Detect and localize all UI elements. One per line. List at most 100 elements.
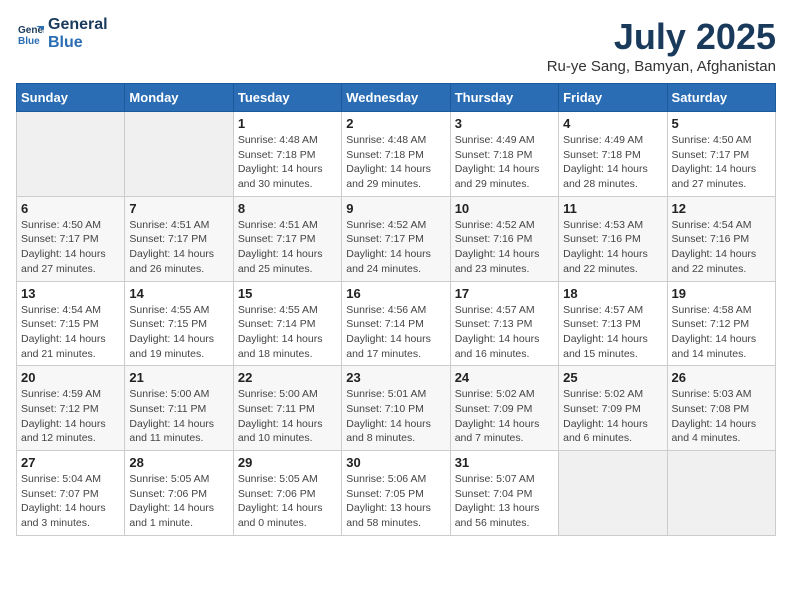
day-number: 4 (563, 116, 662, 131)
calendar-week-4: 20 Sunrise: 4:59 AM Sunset: 7:12 PM Dayli… (17, 366, 776, 451)
calendar-week-3: 13Sunrise: 4:54 AM Sunset: 7:15 PM Dayli… (17, 281, 776, 366)
day-number: 23 (346, 370, 445, 385)
day-number: 2 (346, 116, 445, 131)
day-detail: Sunrise: 4:54 AM Sunset: 7:15 PM Dayligh… (21, 303, 120, 362)
calendar-cell: 27 Sunrise: 5:04 AM Sunset: 7:07 PM Dayli… (17, 451, 125, 536)
calendar-cell: 15 Sunrise: 4:55 AM Sunset: 7:14 PM Dayli… (233, 281, 341, 366)
calendar-body: 1 Sunrise: 4:48 AM Sunset: 7:18 PM Daylig… (17, 112, 776, 536)
logo-line2: Blue (48, 34, 108, 52)
day-detail: Sunrise: 4:57 AM Sunset: 7:13 PM Dayligh… (563, 303, 662, 362)
weekday-header-friday: Friday (559, 84, 667, 112)
calendar-cell (667, 451, 775, 536)
logo: General Blue General Blue (16, 16, 108, 51)
weekday-header-monday: Monday (125, 84, 233, 112)
calendar-cell: 13Sunrise: 4:54 AM Sunset: 7:15 PM Dayli… (17, 281, 125, 366)
day-detail: Sunrise: 5:05 AM Sunset: 7:06 PM Dayligh… (129, 472, 228, 531)
calendar-cell: 22 Sunrise: 5:00 AM Sunset: 7:11 PM Dayli… (233, 366, 341, 451)
calendar-cell: 7 Sunrise: 4:51 AM Sunset: 7:17 PM Daylig… (125, 196, 233, 281)
day-detail: Sunrise: 4:48 AM Sunset: 7:18 PM Dayligh… (346, 133, 445, 192)
day-number: 30 (346, 455, 445, 470)
day-detail: Sunrise: 4:51 AM Sunset: 7:17 PM Dayligh… (129, 218, 228, 277)
calendar-cell: 24 Sunrise: 5:02 AM Sunset: 7:09 PM Dayli… (450, 366, 558, 451)
day-detail: Sunrise: 4:49 AM Sunset: 7:18 PM Dayligh… (455, 133, 554, 192)
calendar-week-1: 1 Sunrise: 4:48 AM Sunset: 7:18 PM Daylig… (17, 112, 776, 197)
day-detail: Sunrise: 4:48 AM Sunset: 7:18 PM Dayligh… (238, 133, 337, 192)
calendar-cell: 31 Sunrise: 5:07 AM Sunset: 7:04 PM Dayli… (450, 451, 558, 536)
calendar-cell: 30 Sunrise: 5:06 AM Sunset: 7:05 PM Dayli… (342, 451, 450, 536)
calendar-cell: 18 Sunrise: 4:57 AM Sunset: 7:13 PM Dayli… (559, 281, 667, 366)
day-detail: Sunrise: 5:01 AM Sunset: 7:10 PM Dayligh… (346, 387, 445, 446)
calendar-cell: 23 Sunrise: 5:01 AM Sunset: 7:10 PM Dayli… (342, 366, 450, 451)
weekday-header-saturday: Saturday (667, 84, 775, 112)
logo-line1: General (48, 16, 108, 34)
calendar-cell: 29Sunrise: 5:05 AM Sunset: 7:06 PM Dayli… (233, 451, 341, 536)
weekday-header-tuesday: Tuesday (233, 84, 341, 112)
day-detail: Sunrise: 5:00 AM Sunset: 7:11 PM Dayligh… (129, 387, 228, 446)
weekday-header-row: SundayMondayTuesdayWednesdayThursdayFrid… (17, 84, 776, 112)
title-block: July 2025 Ru-ye Sang, Bamyan, Afghanista… (547, 16, 776, 75)
day-number: 22 (238, 370, 337, 385)
day-number: 1 (238, 116, 337, 131)
day-number: 31 (455, 455, 554, 470)
calendar-cell: 25Sunrise: 5:02 AM Sunset: 7:09 PM Dayli… (559, 366, 667, 451)
calendar-cell: 6Sunrise: 4:50 AM Sunset: 7:17 PM Daylig… (17, 196, 125, 281)
calendar-cell: 8Sunrise: 4:51 AM Sunset: 7:17 PM Daylig… (233, 196, 341, 281)
svg-text:Blue: Blue (18, 36, 40, 47)
calendar-header: SundayMondayTuesdayWednesdayThursdayFrid… (17, 84, 776, 112)
calendar-subtitle: Ru-ye Sang, Bamyan, Afghanistan (547, 58, 776, 75)
calendar-cell: 9 Sunrise: 4:52 AM Sunset: 7:17 PM Daylig… (342, 196, 450, 281)
day-detail: Sunrise: 5:02 AM Sunset: 7:09 PM Dayligh… (455, 387, 554, 446)
calendar-cell: 11 Sunrise: 4:53 AM Sunset: 7:16 PM Dayli… (559, 196, 667, 281)
calendar-cell: 28Sunrise: 5:05 AM Sunset: 7:06 PM Dayli… (125, 451, 233, 536)
day-number: 18 (563, 286, 662, 301)
calendar-cell: 2 Sunrise: 4:48 AM Sunset: 7:18 PM Daylig… (342, 112, 450, 197)
calendar-cell: 21Sunrise: 5:00 AM Sunset: 7:11 PM Dayli… (125, 366, 233, 451)
calendar-cell (17, 112, 125, 197)
calendar-cell: 4Sunrise: 4:49 AM Sunset: 7:18 PM Daylig… (559, 112, 667, 197)
day-number: 20 (21, 370, 120, 385)
day-number: 12 (672, 201, 771, 216)
day-detail: Sunrise: 5:04 AM Sunset: 7:07 PM Dayligh… (21, 472, 120, 531)
calendar-cell: 14 Sunrise: 4:55 AM Sunset: 7:15 PM Dayli… (125, 281, 233, 366)
day-number: 25 (563, 370, 662, 385)
day-detail: Sunrise: 5:07 AM Sunset: 7:04 PM Dayligh… (455, 472, 554, 531)
day-detail: Sunrise: 4:50 AM Sunset: 7:17 PM Dayligh… (21, 218, 120, 277)
day-number: 7 (129, 201, 228, 216)
day-number: 27 (21, 455, 120, 470)
day-detail: Sunrise: 4:59 AM Sunset: 7:12 PM Dayligh… (21, 387, 120, 446)
day-number: 14 (129, 286, 228, 301)
calendar-week-2: 6Sunrise: 4:50 AM Sunset: 7:17 PM Daylig… (17, 196, 776, 281)
calendar-title: July 2025 (547, 16, 776, 58)
day-number: 10 (455, 201, 554, 216)
day-detail: Sunrise: 4:55 AM Sunset: 7:14 PM Dayligh… (238, 303, 337, 362)
day-detail: Sunrise: 4:58 AM Sunset: 7:12 PM Dayligh… (672, 303, 771, 362)
day-detail: Sunrise: 4:53 AM Sunset: 7:16 PM Dayligh… (563, 218, 662, 277)
day-number: 11 (563, 201, 662, 216)
calendar-cell: 26Sunrise: 5:03 AM Sunset: 7:08 PM Dayli… (667, 366, 775, 451)
calendar-cell: 3 Sunrise: 4:49 AM Sunset: 7:18 PM Daylig… (450, 112, 558, 197)
day-detail: Sunrise: 5:05 AM Sunset: 7:06 PM Dayligh… (238, 472, 337, 531)
day-detail: Sunrise: 4:54 AM Sunset: 7:16 PM Dayligh… (672, 218, 771, 277)
weekday-header-thursday: Thursday (450, 84, 558, 112)
calendar-cell: 1 Sunrise: 4:48 AM Sunset: 7:18 PM Daylig… (233, 112, 341, 197)
day-detail: Sunrise: 4:52 AM Sunset: 7:17 PM Dayligh… (346, 218, 445, 277)
day-number: 5 (672, 116, 771, 131)
day-number: 3 (455, 116, 554, 131)
day-number: 17 (455, 286, 554, 301)
day-number: 15 (238, 286, 337, 301)
calendar-cell: 16Sunrise: 4:56 AM Sunset: 7:14 PM Dayli… (342, 281, 450, 366)
day-detail: Sunrise: 4:55 AM Sunset: 7:15 PM Dayligh… (129, 303, 228, 362)
calendar-cell: 5Sunrise: 4:50 AM Sunset: 7:17 PM Daylig… (667, 112, 775, 197)
calendar-cell (559, 451, 667, 536)
day-detail: Sunrise: 5:03 AM Sunset: 7:08 PM Dayligh… (672, 387, 771, 446)
calendar-cell: 12 Sunrise: 4:54 AM Sunset: 7:16 PM Dayli… (667, 196, 775, 281)
day-detail: Sunrise: 5:06 AM Sunset: 7:05 PM Dayligh… (346, 472, 445, 531)
calendar-table: SundayMondayTuesdayWednesdayThursdayFrid… (16, 83, 776, 536)
day-detail: Sunrise: 5:00 AM Sunset: 7:11 PM Dayligh… (238, 387, 337, 446)
logo-icon: General Blue (16, 20, 44, 48)
day-number: 24 (455, 370, 554, 385)
page-header: General Blue General Blue July 2025 Ru-y… (16, 16, 776, 75)
day-number: 9 (346, 201, 445, 216)
day-number: 16 (346, 286, 445, 301)
day-number: 8 (238, 201, 337, 216)
